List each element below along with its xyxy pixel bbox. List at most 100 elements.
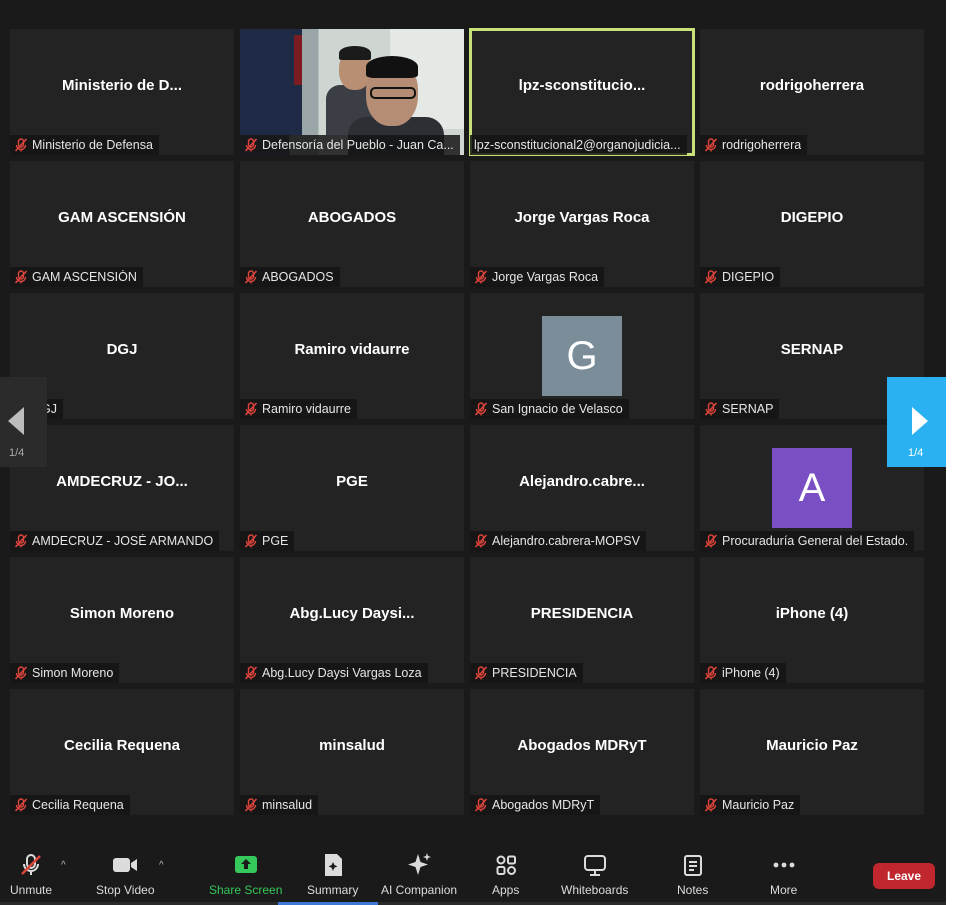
participant-name: Alejandro.cabrera-MOPSV: [492, 534, 640, 548]
participant-name: lpz-sconstitucional2@organojudicia...: [474, 138, 681, 152]
more-label: More: [770, 883, 798, 897]
participant-tile[interactable]: DIGEPIO DIGEPIO: [700, 161, 924, 287]
muted-microphone-icon: [244, 270, 258, 284]
participant-title: Abogados MDRyT: [517, 736, 647, 754]
ai-companion-button[interactable]: AI Companion: [381, 852, 457, 897]
sparkle-icon: [406, 852, 432, 878]
participant-name: Defensoría del Pueblo - Juan Ca...: [262, 138, 454, 152]
participant-tile[interactable]: Abg.Lucy Daysi... Abg.Lucy Daysi Vargas L…: [240, 557, 464, 683]
muted-microphone-icon: [704, 666, 718, 680]
summary-icon: [320, 852, 346, 878]
participant-tile[interactable]: rodrigoherrera rodrigoherrera: [700, 29, 924, 155]
notes-label: Notes: [677, 883, 709, 897]
participant-name-tag: San Ignacio de Velasco: [470, 399, 629, 419]
participant-tile[interactable]: Abogados MDRyT Abogados MDRyT: [470, 689, 694, 815]
unmute-label: Unmute: [10, 883, 53, 897]
participant-name-tag: Ministerio de Defensa: [10, 135, 159, 155]
participant-name: PRESIDENCIA: [492, 666, 577, 680]
leave-button[interactable]: Leave: [873, 863, 935, 889]
muted-microphone-icon: [704, 270, 718, 284]
muted-microphone-icon: [14, 666, 28, 680]
meeting-window: Ministerio de D... Ministerio de Defensa D…: [0, 0, 946, 905]
participant-name: Cecilia Requena: [32, 798, 124, 812]
muted-microphone-icon: [244, 666, 258, 680]
participant-title: lpz-sconstitucio...: [518, 76, 646, 94]
participant-tile[interactable]: lpz-sconstitucio... lpz-sconstitucional2@…: [469, 28, 695, 156]
audio-options-chevron-icon[interactable]: ^: [61, 860, 66, 871]
participant-tile[interactable]: G San Ignacio de Velasco: [470, 293, 694, 419]
summary-label: Summary: [307, 883, 359, 897]
participant-name-tag: iPhone (4): [700, 663, 786, 683]
muted-microphone-icon: [14, 798, 28, 812]
participant-tile[interactable]: Simon Moreno Simon Moreno: [10, 557, 234, 683]
participant-grid: Ministerio de D... Ministerio de Defensa D…: [10, 28, 924, 815]
participant-tile[interactable]: Cecilia Requena Cecilia Requena: [10, 689, 234, 815]
participant-name: ABOGADOS: [262, 270, 334, 284]
whiteboards-button[interactable]: Whiteboards: [561, 852, 628, 897]
participant-name: Abg.Lucy Daysi Vargas Loza: [262, 666, 422, 680]
participant-title: Simon Moreno: [69, 604, 175, 622]
participant-avatar: G: [542, 316, 622, 396]
muted-microphone-icon: [474, 534, 488, 548]
video-options-chevron-icon[interactable]: ^: [159, 860, 164, 871]
participant-tile[interactable]: PRESIDENCIA PRESIDENCIA: [470, 557, 694, 683]
participant-tile[interactable]: Alejandro.cabre... Alejandro.cabrera-MOPS…: [470, 425, 694, 551]
participant-tile[interactable]: GAM ASCENSIÓN GAM ASCENSIÓN: [10, 161, 234, 287]
participant-tile[interactable]: Mauricio Paz Mauricio Paz: [700, 689, 924, 815]
whiteboard-icon: [582, 852, 608, 878]
participant-name: DIGEPIO: [722, 270, 775, 284]
participant-tile[interactable]: Jorge Vargas Roca Jorge Vargas Roca: [470, 161, 694, 287]
participant-tile[interactable]: Ramiro vidaurre Ramiro vidaurre: [240, 293, 464, 419]
participant-name-tag: Procuraduría General del Estado.: [700, 531, 915, 551]
muted-microphone-icon: [14, 138, 28, 152]
muted-microphone-icon: [244, 138, 258, 152]
participant-name: GAM ASCENSIÓN: [32, 270, 137, 284]
participant-name-tag: lpz-sconstitucional2@organojudicia...: [470, 135, 687, 155]
video-person-suit: [240, 29, 302, 135]
participant-name: Ministerio de Defensa: [32, 138, 153, 152]
muted-microphone-icon: [18, 852, 44, 878]
summary-button[interactable]: Summary: [307, 852, 358, 897]
muted-microphone-icon: [244, 534, 258, 548]
participant-name-tag: Simon Moreno: [10, 663, 120, 683]
muted-microphone-icon: [474, 402, 488, 416]
muted-microphone-icon: [14, 270, 28, 284]
previous-page-button[interactable]: 1/4: [0, 377, 47, 467]
unmute-button[interactable]: Unmute: [10, 852, 52, 897]
participant-title: Abg.Lucy Daysi...: [289, 604, 415, 622]
participant-title: Ministerio de D...: [61, 76, 182, 94]
muted-microphone-icon: [244, 402, 258, 416]
participant-name-tag: PRESIDENCIA: [470, 663, 583, 683]
participant-name: San Ignacio de Velasco: [492, 402, 623, 416]
participant-name: iPhone (4): [722, 666, 780, 680]
share-screen-button[interactable]: Share Screen: [209, 852, 282, 897]
stop-video-button[interactable]: Stop Video: [96, 852, 155, 897]
video-person-hair: [339, 46, 371, 60]
participant-name-tag: Defensoría del Pueblo - Juan Ca...: [240, 135, 460, 155]
participant-title: ABOGADOS: [307, 208, 397, 226]
participant-tile[interactable]: PGE PGE: [240, 425, 464, 551]
participant-name: Jorge Vargas Roca: [492, 270, 599, 284]
apps-label: Apps: [492, 883, 520, 897]
participant-tile[interactable]: Defensoría del Pueblo - Juan Ca...: [240, 29, 464, 155]
participant-tile[interactable]: minsalud minsalud: [240, 689, 464, 815]
notes-button[interactable]: Notes: [677, 852, 708, 897]
participant-tile[interactable]: Ministerio de D... Ministerio de Defensa: [10, 29, 234, 155]
apps-button[interactable]: Apps: [492, 852, 519, 897]
participant-tile[interactable]: ABOGADOS ABOGADOS: [240, 161, 464, 287]
video-person-glasses: [370, 87, 416, 99]
share-screen-icon: [233, 852, 259, 878]
participant-name-tag: Ramiro vidaurre: [240, 399, 357, 419]
participant-name-tag: minsalud: [240, 795, 319, 815]
whiteboards-label: Whiteboards: [561, 883, 629, 897]
participant-title: GAM ASCENSIÓN: [58, 208, 186, 226]
page-indicator-left: 1/4: [9, 447, 25, 459]
participant-name-tag: rodrigoherrera: [700, 135, 808, 155]
participant-title: Jorge Vargas Roca: [514, 208, 650, 226]
more-button[interactable]: More: [770, 852, 797, 897]
next-page-button[interactable]: 1/4: [887, 377, 946, 467]
participant-title: PRESIDENCIA: [530, 604, 634, 622]
more-dots-icon: [771, 852, 797, 878]
participant-title: minsalud: [319, 736, 385, 754]
participant-tile[interactable]: iPhone (4) iPhone (4): [700, 557, 924, 683]
